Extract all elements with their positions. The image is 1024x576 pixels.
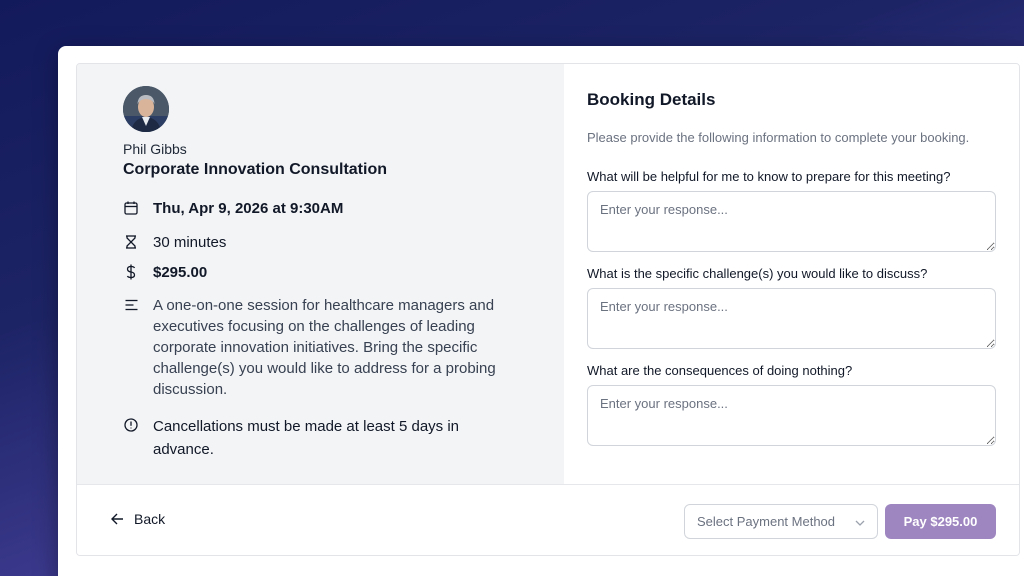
text-lines-icon [123, 295, 139, 315]
cancellation-policy: Cancellations must be made at least 5 da… [153, 418, 459, 458]
event-description-row: A one-on-one session for healthcare mana… [123, 295, 523, 400]
cancellation-policy-row: Cancellations must be made at least 5 da… [123, 415, 493, 461]
question-label-challenge: What is the specific challenge(s) you wo… [587, 266, 928, 281]
back-button-label: Back [134, 511, 166, 527]
event-price: $295.00 [153, 264, 208, 281]
pay-button[interactable]: Pay $295.00 [885, 504, 996, 539]
chevron-down-icon [855, 514, 865, 529]
calendar-icon [123, 198, 139, 218]
question-label-consequences: What are the consequences of doing nothi… [587, 363, 853, 378]
booking-details-panel: Booking Details Please provide the follo… [564, 64, 1019, 484]
hourglass-icon [123, 232, 139, 252]
info-circle-icon [123, 415, 139, 435]
booking-card: Phil Gibbs Corporate Innovation Consulta… [76, 63, 1020, 556]
back-button[interactable]: Back [111, 511, 165, 527]
prepare-response-input[interactable] [587, 191, 996, 252]
payment-method-placeholder: Select Payment Method [697, 514, 836, 529]
arrow-left-icon [111, 513, 123, 525]
dollar-icon [123, 262, 139, 282]
challenge-response-input[interactable] [587, 288, 996, 349]
host-name: Phil Gibbs [123, 141, 187, 157]
consequences-response-input[interactable] [587, 385, 996, 446]
event-datetime: Thu, Apr 9, 2026 at 9:30AM [153, 200, 344, 217]
event-price-row: $295.00 [123, 262, 207, 283]
host-avatar-image [123, 86, 169, 132]
event-description: A one-on-one session for healthcare mana… [153, 297, 496, 398]
event-summary-panel: Phil Gibbs Corporate Innovation Consulta… [77, 64, 564, 484]
booking-footer: Back Select Payment Method Pay $295.00 [77, 484, 1019, 555]
event-date-row: Thu, Apr 9, 2026 at 9:30AM [123, 198, 343, 219]
event-title: Corporate Innovation Consultation [123, 161, 387, 178]
event-duration: 30 minutes [153, 234, 227, 251]
question-label-prepare: What will be helpful for me to know to p… [587, 169, 951, 184]
payment-method-select[interactable]: Select Payment Method [684, 504, 878, 539]
booking-details-subtitle: Please provide the following information… [587, 130, 970, 145]
host-avatar [123, 86, 169, 132]
booking-details-title: Booking Details [587, 90, 716, 109]
event-duration-row: 30 minutes [123, 232, 226, 253]
app-window: Phil Gibbs Corporate Innovation Consulta… [58, 46, 1024, 576]
